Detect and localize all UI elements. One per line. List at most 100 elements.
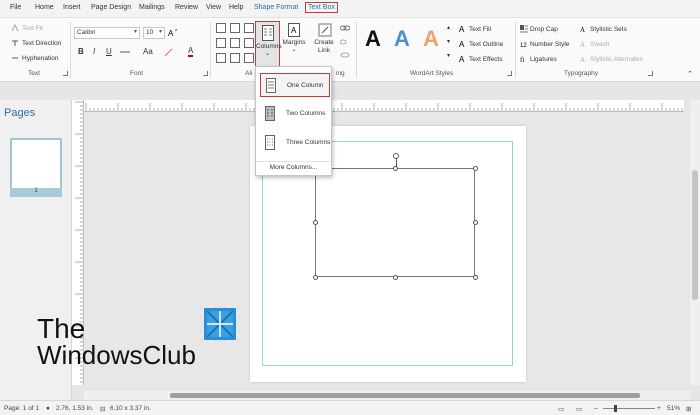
align-middle-right-icon[interactable] [244, 38, 254, 48]
align-middle-left-icon[interactable] [216, 38, 226, 48]
horizontal-scroll-thumb[interactable] [170, 393, 640, 398]
wordart-sample-black[interactable]: A [365, 26, 381, 52]
tab-page-design[interactable]: Page Design [91, 4, 131, 11]
link-chain-icon[interactable] [340, 24, 350, 32]
create-link-button[interactable]: Create Link [312, 23, 338, 65]
tab-file[interactable]: File [10, 4, 21, 11]
resize-handle[interactable] [313, 220, 318, 225]
resize-handle[interactable] [393, 166, 398, 171]
align-bottom-center-icon[interactable] [230, 53, 240, 63]
resize-handle[interactable] [473, 275, 478, 280]
two-columns-icon [265, 106, 275, 121]
separator [515, 22, 516, 78]
align-top-left-icon[interactable] [216, 23, 226, 33]
text-fill-icon: A [459, 25, 465, 33]
underline-button[interactable]: U [106, 47, 112, 56]
margins-button[interactable]: A Margins ⌄ [282, 23, 306, 63]
tab-view[interactable]: View [206, 4, 221, 11]
swash-icon: A [580, 41, 585, 48]
text-effects-button[interactable]: Text Effects [469, 56, 502, 63]
single-page-view-icon[interactable]: ▭ [558, 405, 564, 413]
tab-shape-format[interactable]: Shape Format [254, 4, 298, 11]
stylistic-alternates-button[interactable]: Stylistic Alternates [590, 56, 643, 63]
tab-text-box[interactable]: Text Box [305, 2, 338, 13]
stylistic-sets-icon: A [580, 26, 585, 33]
text-direction-button[interactable]: Text Direction [22, 40, 61, 47]
tab-home[interactable]: Home [35, 4, 54, 11]
two-columns-option[interactable]: Two Columns [260, 102, 330, 126]
zoom-slider-thumb[interactable] [614, 405, 617, 412]
svg-text:A: A [459, 40, 465, 48]
font-name-combo[interactable]: Calibri ▾ [74, 27, 140, 39]
text-fit-button[interactable]: Text Fit [22, 25, 43, 32]
status-size: 6.10 x 3.37 in. [110, 405, 151, 412]
resize-handle[interactable] [473, 220, 478, 225]
svg-text:A: A [459, 25, 465, 33]
create-link-icon [318, 23, 332, 37]
align-bottom-right-icon[interactable] [244, 53, 254, 63]
zoom-level[interactable]: 51% [667, 405, 680, 412]
columns-button[interactable]: Columns ⌄ [255, 21, 282, 67]
ligatures-button[interactable]: Ligatures [530, 56, 557, 63]
fit-page-icon[interactable]: ⊞ [686, 405, 691, 413]
text-outline-button[interactable]: Text Outline [469, 41, 503, 48]
zoom-slider[interactable] [603, 408, 655, 409]
font-size-combo[interactable]: 10 ▾ [143, 27, 165, 39]
linking-group-label: ing [336, 70, 345, 77]
two-page-view-icon[interactable]: ▭ [576, 405, 582, 413]
text-fill-button[interactable]: Text Fill [469, 26, 491, 33]
clear-format-icon[interactable] [163, 47, 175, 57]
font-group-launcher[interactable] [203, 71, 208, 76]
drop-cap-button[interactable]: Drop Cap [530, 26, 558, 33]
align-top-center-icon[interactable] [230, 23, 240, 33]
change-case-button[interactable]: Aa [143, 47, 153, 56]
wordart-group-launcher[interactable] [507, 71, 512, 76]
vertical-scroll-thumb[interactable] [692, 170, 698, 300]
zoom-in-icon[interactable]: + [657, 405, 661, 412]
resize-handle[interactable] [473, 166, 478, 171]
link-icon[interactable] [340, 51, 350, 59]
horizontal-ruler[interactable] [84, 100, 684, 112]
svg-text:A: A [459, 55, 465, 63]
text-group-launcher[interactable] [63, 71, 68, 76]
tab-insert[interactable]: Insert [63, 4, 81, 11]
font-color-button[interactable]: A [188, 46, 194, 57]
resize-handle[interactable] [313, 275, 318, 280]
align-top-right-icon[interactable] [244, 23, 254, 33]
rotation-handle[interactable] [393, 153, 399, 159]
collapse-ribbon-icon[interactable]: ⌃ [687, 70, 693, 78]
resize-handle[interactable] [393, 275, 398, 280]
number-style-button[interactable]: Number Style [530, 41, 569, 48]
pages-pane-title: Pages [4, 107, 36, 119]
strikethrough-icon[interactable] [120, 48, 136, 56]
wordart-more[interactable]: ▾ [447, 52, 450, 59]
one-column-option[interactable]: One Column [260, 73, 330, 97]
text-effects-icon: A [459, 55, 465, 63]
wordart-scroll-down[interactable]: ▾ [447, 38, 450, 45]
zoom-out-icon[interactable]: – [594, 405, 598, 412]
italic-button[interactable]: I [93, 47, 95, 56]
tab-review[interactable]: Review [175, 4, 198, 11]
hyphenation-button[interactable]: Hyphenation [22, 55, 59, 62]
wordart-sample-blue[interactable]: A [394, 26, 410, 52]
three-columns-option[interactable]: Three Columns [260, 131, 330, 155]
align-middle-center-icon[interactable] [230, 38, 240, 48]
typography-group-label: Typography [564, 70, 598, 77]
typography-group-launcher[interactable] [648, 71, 653, 76]
stylistic-sets-button[interactable]: Stylistic Sets [590, 26, 627, 33]
align-bottom-left-icon[interactable] [216, 53, 226, 63]
one-column-label: One Column [287, 82, 324, 89]
grow-font-icon[interactable]: A ^ [168, 28, 184, 36]
drop-cap-icon [520, 25, 528, 33]
tab-mailings[interactable]: Mailings [139, 4, 165, 11]
status-bar: Page: 1 of 1 ● 2.76, 1.53 in. ⊟ 6.10 x 3… [0, 400, 700, 415]
swash-button[interactable]: Swash [590, 41, 610, 48]
selected-text-box[interactable] [315, 168, 475, 277]
wordart-scroll-up[interactable]: ▴ [447, 24, 450, 31]
bold-button[interactable]: B [78, 47, 84, 56]
wordart-sample-orange[interactable]: A [423, 26, 439, 52]
more-columns-option[interactable]: More Columns... [256, 161, 331, 173]
break-link-icon[interactable] [340, 38, 350, 46]
workspace-gap [0, 82, 700, 100]
tab-help[interactable]: Help [229, 4, 243, 11]
